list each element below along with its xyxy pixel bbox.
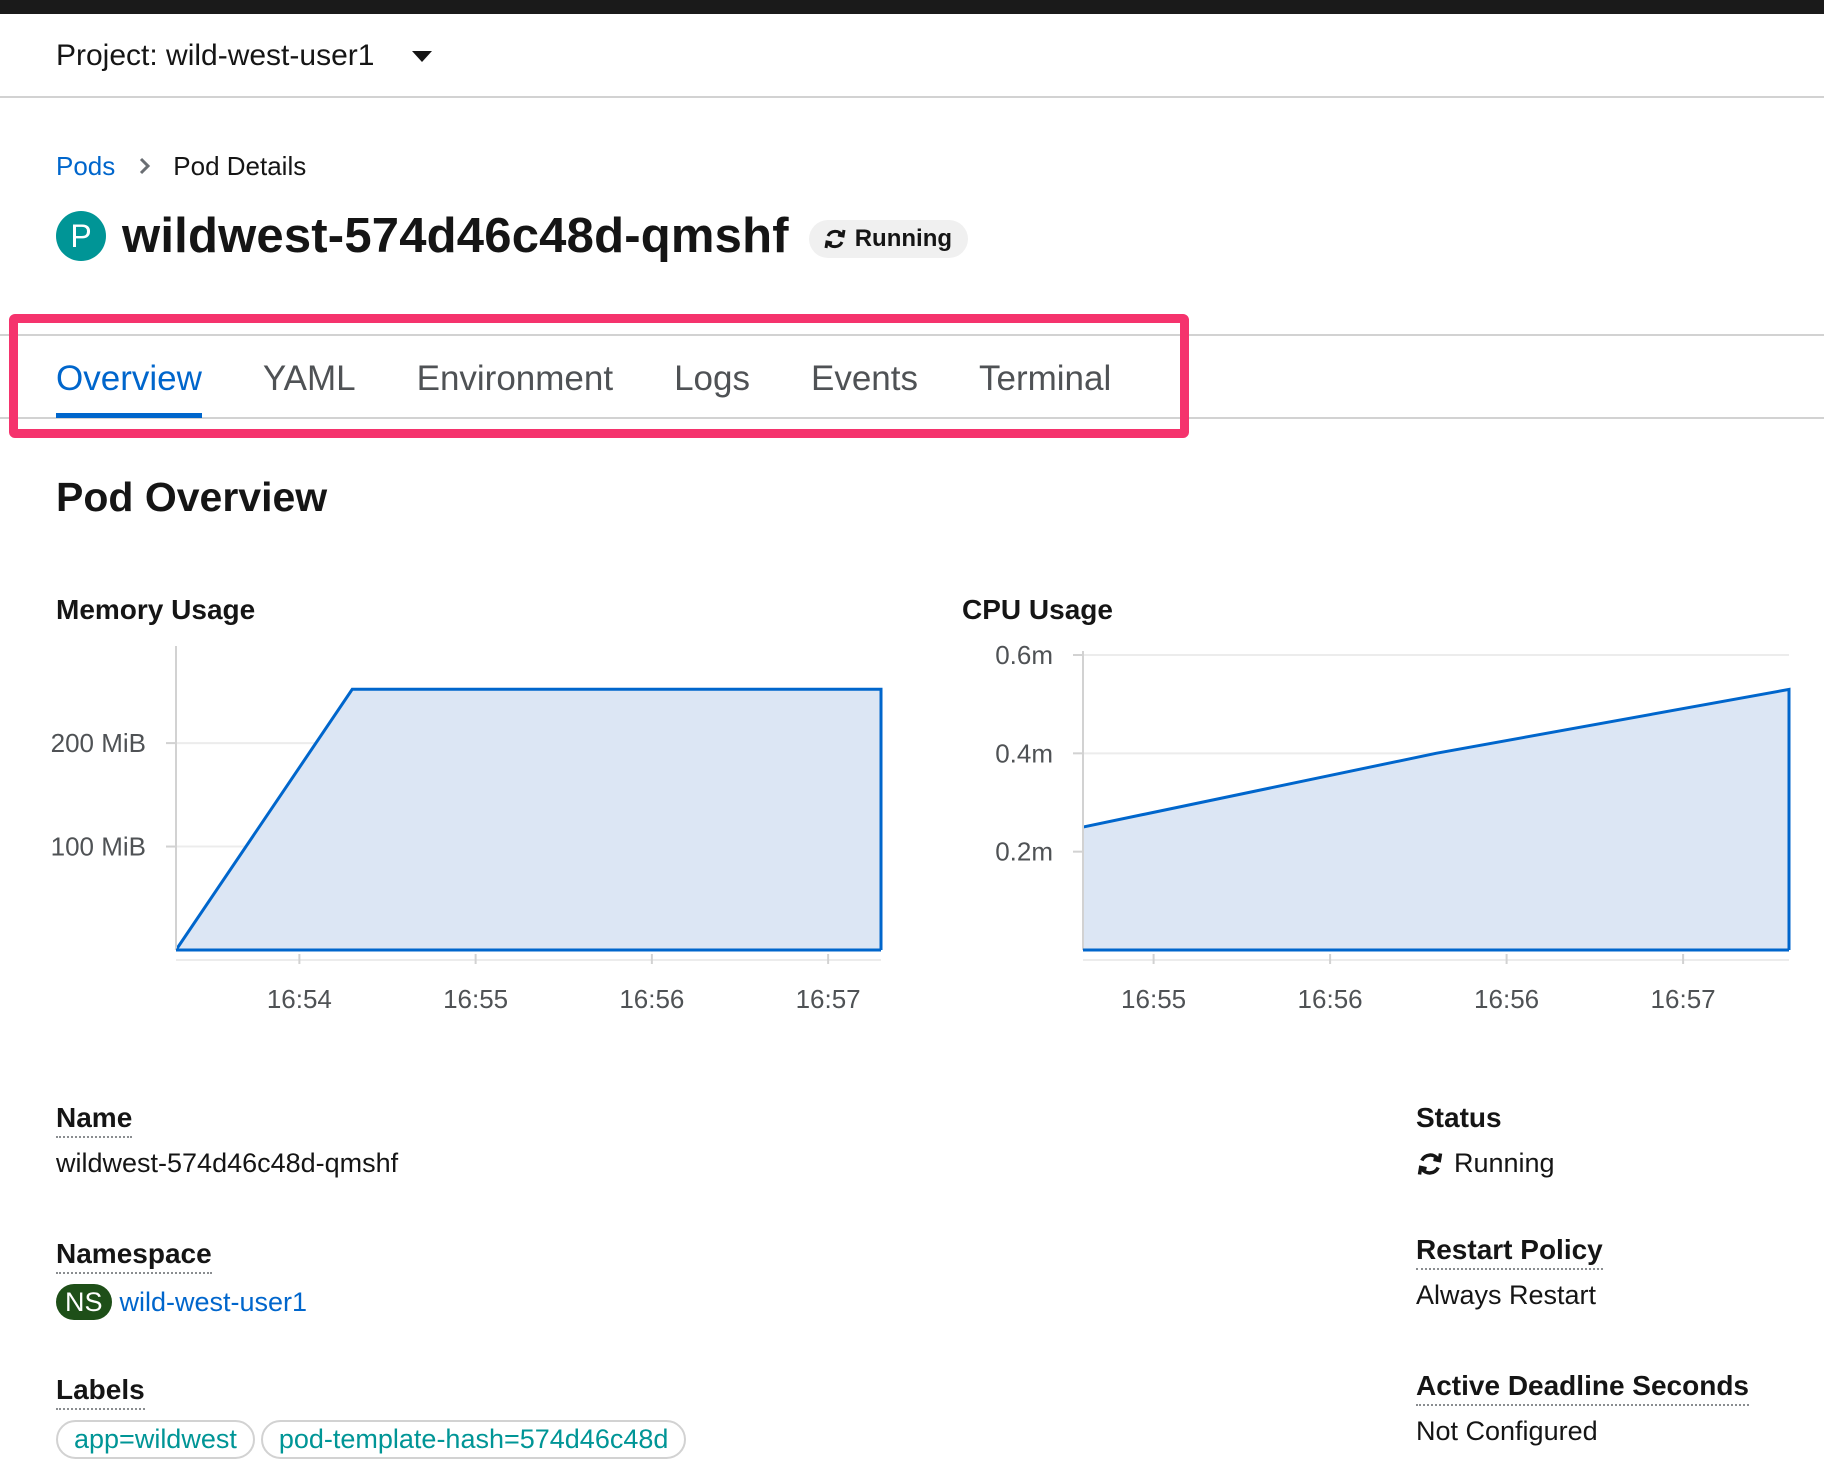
cpu-chart-x-tick-label: 16:57 bbox=[1651, 984, 1716, 1014]
cpu-chart-area bbox=[1083, 689, 1789, 950]
tab-environment[interactable]: Environment bbox=[417, 340, 613, 418]
active-deadline-field: Active Deadline Seconds Not Configured bbox=[1416, 1370, 1750, 1447]
status-label: Status bbox=[1416, 1102, 1502, 1133]
restart-policy-field: Restart Policy Always Restart bbox=[1416, 1234, 1603, 1311]
tab-bar: Overview YAML Environment Logs Events Te… bbox=[56, 340, 1172, 418]
memory-chart-x-tick-label: 16:54 bbox=[267, 984, 332, 1014]
tab-overview[interactable]: Overview bbox=[56, 340, 202, 418]
namespace-value: NS wild-west-user1 bbox=[56, 1284, 307, 1320]
sync-icon bbox=[824, 229, 846, 249]
name-label: Name bbox=[56, 1102, 133, 1138]
cpu-chart-y-tick-label: 0.2m bbox=[995, 837, 1053, 867]
restart-policy-value: Always Restart bbox=[1416, 1280, 1597, 1310]
sync-icon bbox=[1417, 1152, 1443, 1175]
cpu-chart-y-tick-label: 0.4m bbox=[995, 738, 1053, 768]
memory-chart-x-tick-label: 16:57 bbox=[796, 984, 861, 1014]
label-chip-app[interactable]: app=wildwest bbox=[56, 1420, 255, 1459]
tab-events[interactable]: Events bbox=[811, 340, 918, 418]
status-badge-label: Running bbox=[854, 225, 953, 252]
page-title: wildwest-574d46c48d-qmshf bbox=[122, 209, 789, 263]
cpu-chart-y-tick-label: 0.6m bbox=[995, 640, 1053, 670]
section-title: Pod Overview bbox=[56, 474, 328, 520]
pod-resource-badge: P bbox=[56, 211, 106, 261]
memory-chart-area bbox=[176, 689, 881, 950]
labels-label: Labels bbox=[56, 1374, 145, 1410]
labels-list: app=wildwest pod-template-hash=574d46c48… bbox=[56, 1420, 692, 1459]
breadcrumb-pods-link[interactable]: Pods bbox=[56, 151, 115, 182]
project-selector-label: Project: wild-west-user1 bbox=[56, 39, 375, 72]
namespace-link[interactable]: wild-west-user1 bbox=[120, 1287, 308, 1318]
restart-policy-label: Restart Policy bbox=[1416, 1234, 1603, 1270]
top-dark-strip bbox=[0, 0, 1824, 14]
caret-down-icon bbox=[412, 50, 433, 62]
active-deadline-value: Not Configured bbox=[1416, 1416, 1598, 1446]
cpu-chart-x-tick-label: 16:55 bbox=[1121, 984, 1186, 1014]
name-field: Name wildwest-574d46c48d-qmshf bbox=[56, 1102, 398, 1179]
tab-logs[interactable]: Logs bbox=[674, 340, 750, 418]
project-selector[interactable]: Project: wild-west-user1 bbox=[56, 34, 433, 78]
project-bar: Project: wild-west-user1 bbox=[0, 14, 1824, 98]
memory-chart-x-tick-label: 16:55 bbox=[443, 984, 508, 1014]
memory-chart-y-tick-label: 200 MiB bbox=[51, 728, 146, 758]
status-badge: Running bbox=[808, 220, 969, 258]
status-value: Running bbox=[1416, 1148, 1555, 1179]
breadcrumb-current: Pod Details bbox=[173, 150, 307, 181]
cpu-chart-x-tick-label: 16:56 bbox=[1298, 984, 1363, 1014]
status-value-text: Running bbox=[1454, 1148, 1555, 1178]
memory-chart-x-tick-label: 16:56 bbox=[619, 984, 684, 1014]
memory-chart-y-tick-label: 100 MiB bbox=[51, 832, 146, 862]
tab-yaml[interactable]: YAML bbox=[263, 340, 356, 418]
page-title-row: P wildwest-574d46c48d-qmshf Running bbox=[56, 206, 969, 266]
tab-terminal[interactable]: Terminal bbox=[979, 340, 1111, 418]
cpu-chart-x-tick-label: 16:56 bbox=[1474, 984, 1539, 1014]
chevron-right-icon bbox=[139, 157, 151, 175]
active-deadline-label: Active Deadline Seconds bbox=[1416, 1370, 1750, 1406]
memory-chart-title: Memory Usage bbox=[56, 594, 256, 625]
namespace-label: Namespace bbox=[56, 1238, 212, 1274]
memory-usage-chart: 100 MiB 200 MiB 16:54 16:55 16:56 16:57 bbox=[51, 646, 883, 1014]
tabs-top-divider bbox=[0, 334, 1824, 336]
status-field: Status Running bbox=[1416, 1102, 1555, 1179]
label-chip-pod-template-hash[interactable]: pod-template-hash=574d46c48d bbox=[260, 1420, 687, 1459]
namespace-badge: NS bbox=[56, 1284, 112, 1320]
labels-field: Labels app=wildwest pod-template-hash=57… bbox=[56, 1374, 692, 1459]
breadcrumb: Pods Pod Details bbox=[56, 148, 306, 184]
cpu-usage-chart: 0.2m 0.4m 0.6m 16:55 16:56 16:56 16:57 bbox=[995, 640, 1791, 1014]
cpu-chart-title: CPU Usage bbox=[962, 594, 1113, 625]
name-value: wildwest-574d46c48d-qmshf bbox=[56, 1148, 399, 1178]
namespace-field: Namespace NS wild-west-user1 bbox=[56, 1238, 307, 1320]
